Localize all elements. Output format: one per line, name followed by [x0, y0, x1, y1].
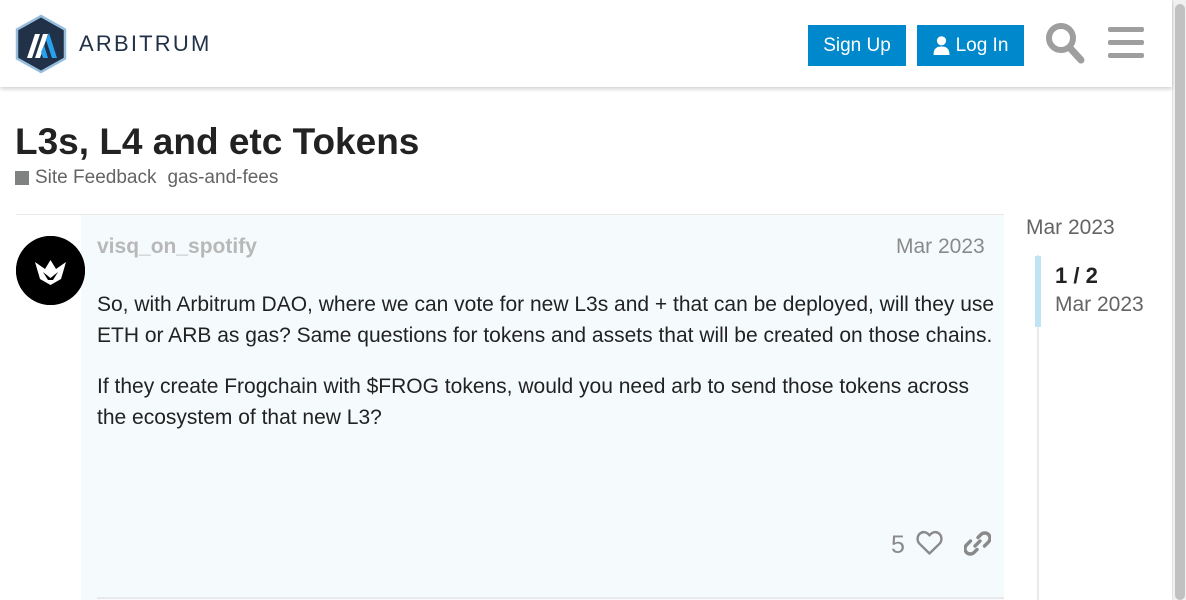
arbitrum-logo-icon[interactable] — [14, 14, 68, 74]
timeline-position: 1 / 2 — [1055, 263, 1098, 288]
brand-wordmark[interactable]: ARBITRUM — [79, 31, 212, 57]
tag-link[interactable]: gas-and-fees — [167, 167, 278, 189]
site-header: ARBITRUM Sign Up Log In — [0, 0, 1172, 87]
user-icon — [933, 36, 950, 55]
avatar[interactable] — [16, 236, 85, 305]
post-paragraph: So, with Arbitrum DAO, where we can vote… — [97, 293, 995, 347]
timeline-scroll-handle[interactable] — [1035, 256, 1041, 327]
post-paragraph: If they create Frogchain with $FROG toke… — [97, 375, 969, 429]
scrollbar-thumb[interactable] — [1175, 4, 1185, 600]
category-color-badge — [15, 171, 29, 185]
post-divider — [97, 597, 1004, 599]
post-content: So, with Arbitrum DAO, where we can vote… — [97, 290, 997, 454]
avatar-emblem-icon — [16, 236, 85, 305]
hamburger-menu-icon[interactable] — [1108, 27, 1144, 59]
post-username[interactable]: visq_on_spotify — [97, 235, 257, 259]
search-icon[interactable] — [1045, 22, 1085, 64]
timeline-current-date: Mar 2023 — [1055, 293, 1144, 316]
heart-icon[interactable] — [916, 530, 943, 556]
sign-up-button[interactable]: Sign Up — [808, 25, 906, 66]
log-in-button[interactable]: Log In — [917, 25, 1024, 66]
topic-title[interactable]: L3s, L4 and etc Tokens — [15, 121, 419, 163]
like-count[interactable]: 5 — [891, 531, 905, 560]
category-link[interactable]: Site Feedback — [35, 167, 156, 189]
page-scrollbar[interactable] — [1172, 0, 1186, 600]
log-in-label: Log In — [955, 34, 1009, 56]
timeline-start-date[interactable]: Mar 2023 — [1026, 216, 1115, 240]
topic-meta: Site Feedback gas-and-fees — [15, 167, 278, 189]
post-date[interactable]: Mar 2023 — [896, 235, 985, 259]
link-icon[interactable] — [964, 530, 991, 557]
